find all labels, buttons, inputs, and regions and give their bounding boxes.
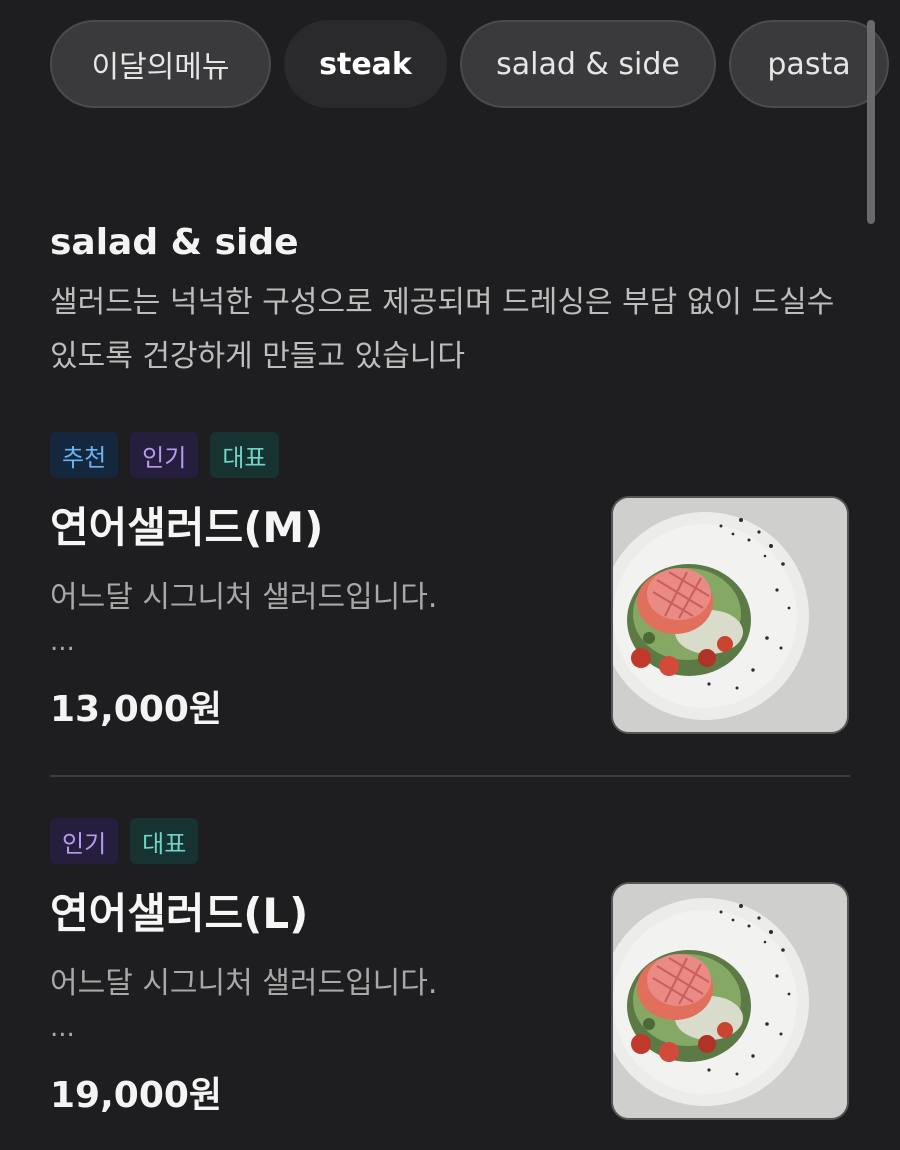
- item-divider: [50, 775, 850, 777]
- scrollbar[interactable]: [867, 20, 875, 224]
- category-tab-bar: 이달의메뉴 steak salad & side pasta: [0, 0, 900, 130]
- tag-list: 인기 대표: [50, 818, 850, 864]
- salmon-salad-photo[interactable]: [611, 882, 849, 1120]
- section-description: 샐러드는 넉넉한 구성으로 제공되며 드레싱은 부담 없이 드실수 있도록 건강…: [50, 285, 835, 374]
- item-more-ellipsis: ...: [50, 1013, 75, 1043]
- salad-image-icon: [613, 498, 847, 732]
- tag-popular: 인기: [50, 818, 119, 864]
- salmon-salad-photo[interactable]: [611, 496, 849, 734]
- item-price: 19,000원: [50, 1075, 223, 1116]
- salad-image-icon: [613, 884, 847, 1118]
- tag-popular: 인기: [130, 432, 199, 478]
- tag-signature: 대표: [130, 818, 199, 864]
- tab-monthly-menu[interactable]: 이달의메뉴: [50, 20, 271, 108]
- tab-salad-side[interactable]: salad & side: [460, 20, 716, 108]
- item-name: 연어샐러드(L): [50, 889, 309, 938]
- tag-list: 추천 인기 대표: [50, 432, 850, 478]
- tag-signature: 대표: [210, 432, 279, 478]
- tag-recommended: 추천: [50, 432, 119, 478]
- menu-item[interactable]: 추천 인기 대표 연어샐러드(M) 어느달 시그니처 샐러드입니다. ... 1…: [50, 432, 850, 734]
- item-description: 어느달 시그니처 샐러드입니다.: [50, 580, 438, 615]
- section-title: salad & side: [50, 222, 299, 263]
- item-more-ellipsis: ...: [50, 627, 75, 657]
- item-name: 연어샐러드(M): [50, 503, 324, 552]
- tab-steak[interactable]: steak: [284, 20, 447, 108]
- item-description: 어느달 시그니처 샐러드입니다.: [50, 966, 438, 1001]
- tab-pasta[interactable]: pasta: [729, 20, 889, 108]
- menu-item[interactable]: 인기 대표 연어샐러드(L) 어느달 시그니처 샐러드입니다. ... 19,0…: [50, 818, 850, 1120]
- item-price: 13,000원: [50, 689, 223, 730]
